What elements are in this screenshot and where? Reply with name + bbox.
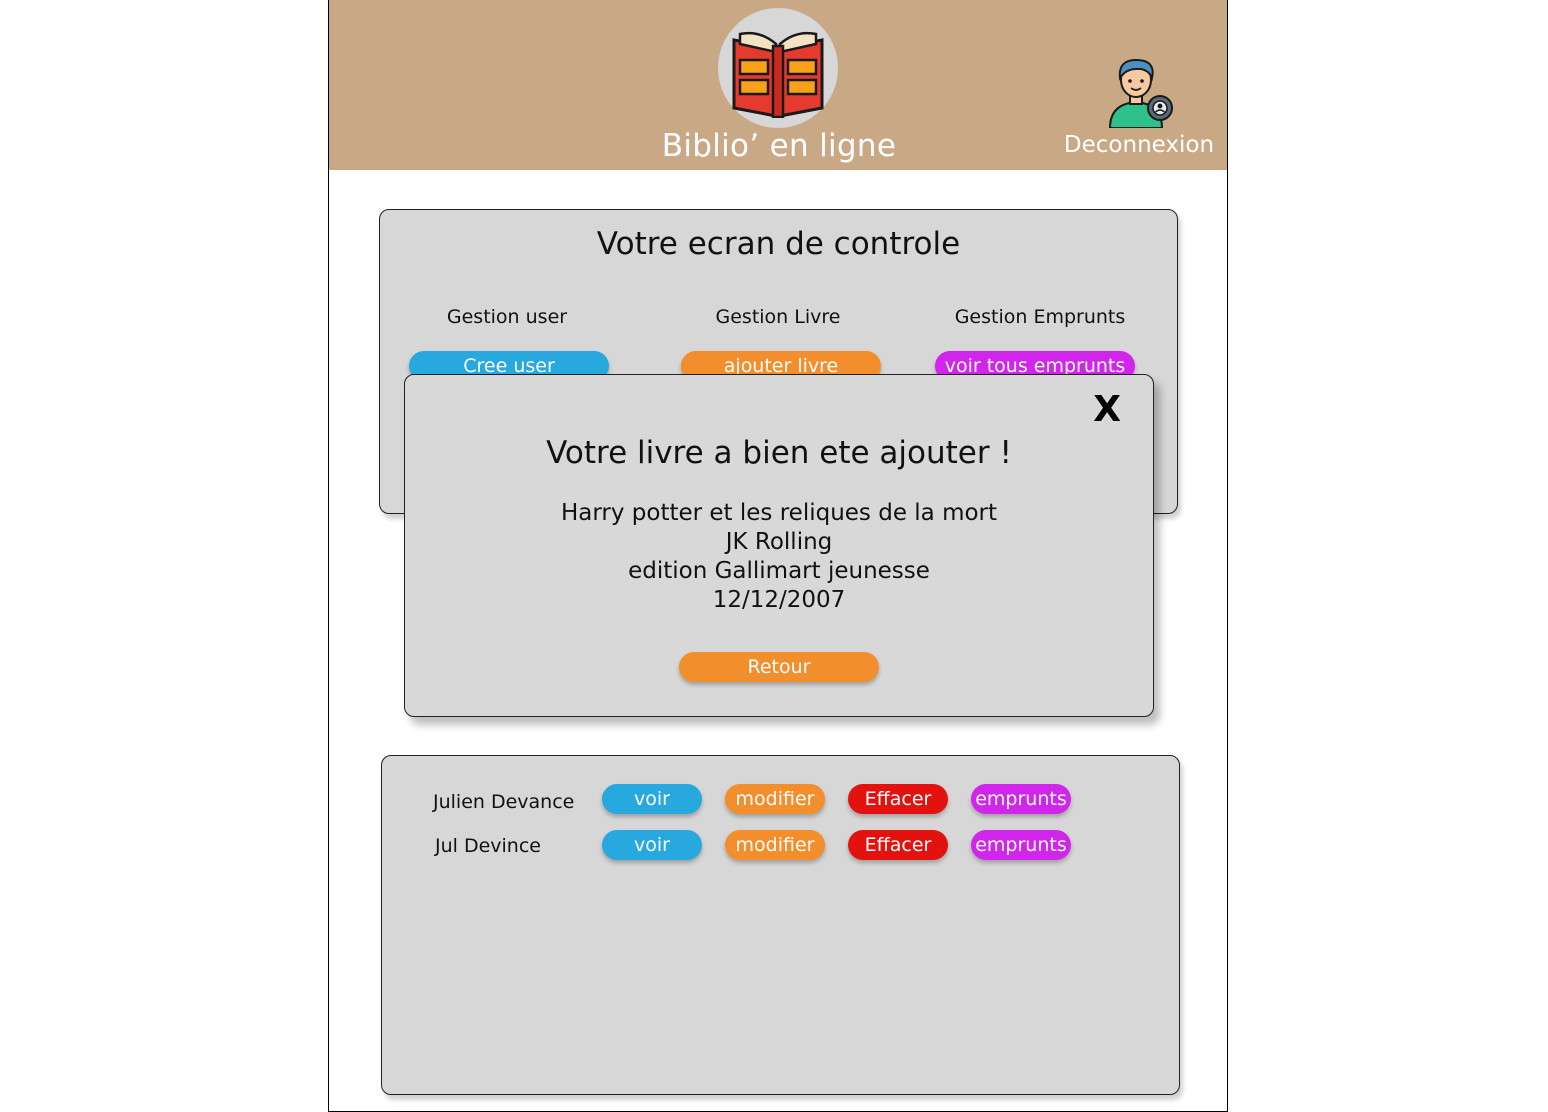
book-title: Harry potter et les reliques de la mort <box>560 500 998 526</box>
user-name: Jul Devince <box>435 835 541 857</box>
logout-button[interactable]: Deconnexion <box>1059 132 1219 158</box>
close-icon[interactable]: X <box>1093 389 1121 430</box>
user-loans-button[interactable]: emprunts <box>971 784 1071 814</box>
user-list-panel: Julien Devance voir modifier Effacer emp… <box>381 755 1180 1095</box>
col-label-loans: Gestion Emprunts <box>954 306 1126 328</box>
delete-user-button[interactable]: Effacer <box>848 784 948 814</box>
dialog-title: Votre livre a bien ete ajouter ! <box>546 435 1012 471</box>
book-publisher: edition Gallimart jeunesse <box>628 558 930 584</box>
header-bar: Biblio’ en ligne Deconnexion <box>329 0 1227 170</box>
col-label-book: Gestion Livre <box>715 306 841 328</box>
book-date: 12/12/2007 <box>712 587 846 613</box>
view-user-button[interactable]: voir <box>602 784 702 814</box>
book-author: JK Rolling <box>725 529 833 555</box>
control-title: Votre ecran de controle <box>596 226 961 262</box>
edit-user-button[interactable]: modifier <box>725 784 825 814</box>
col-label-user: Gestion user <box>446 306 568 328</box>
user-avatar-icon <box>1108 58 1173 128</box>
book-added-dialog: X Votre livre a bien ete ajouter ! Harry… <box>404 374 1154 717</box>
view-user-button[interactable]: voir <box>602 830 702 860</box>
edit-user-button[interactable]: modifier <box>725 830 825 860</box>
app-frame: Biblio’ en ligne Deconnexion Votre ecran… <box>328 0 1228 1112</box>
user-loans-button[interactable]: emprunts <box>971 830 1071 860</box>
site-title: Biblio’ en ligne <box>661 128 897 164</box>
open-book-icon <box>732 31 824 118</box>
back-button[interactable]: Retour <box>679 652 879 682</box>
logo <box>718 8 838 128</box>
delete-user-button[interactable]: Effacer <box>848 830 948 860</box>
user-name: Julien Devance <box>433 791 575 813</box>
